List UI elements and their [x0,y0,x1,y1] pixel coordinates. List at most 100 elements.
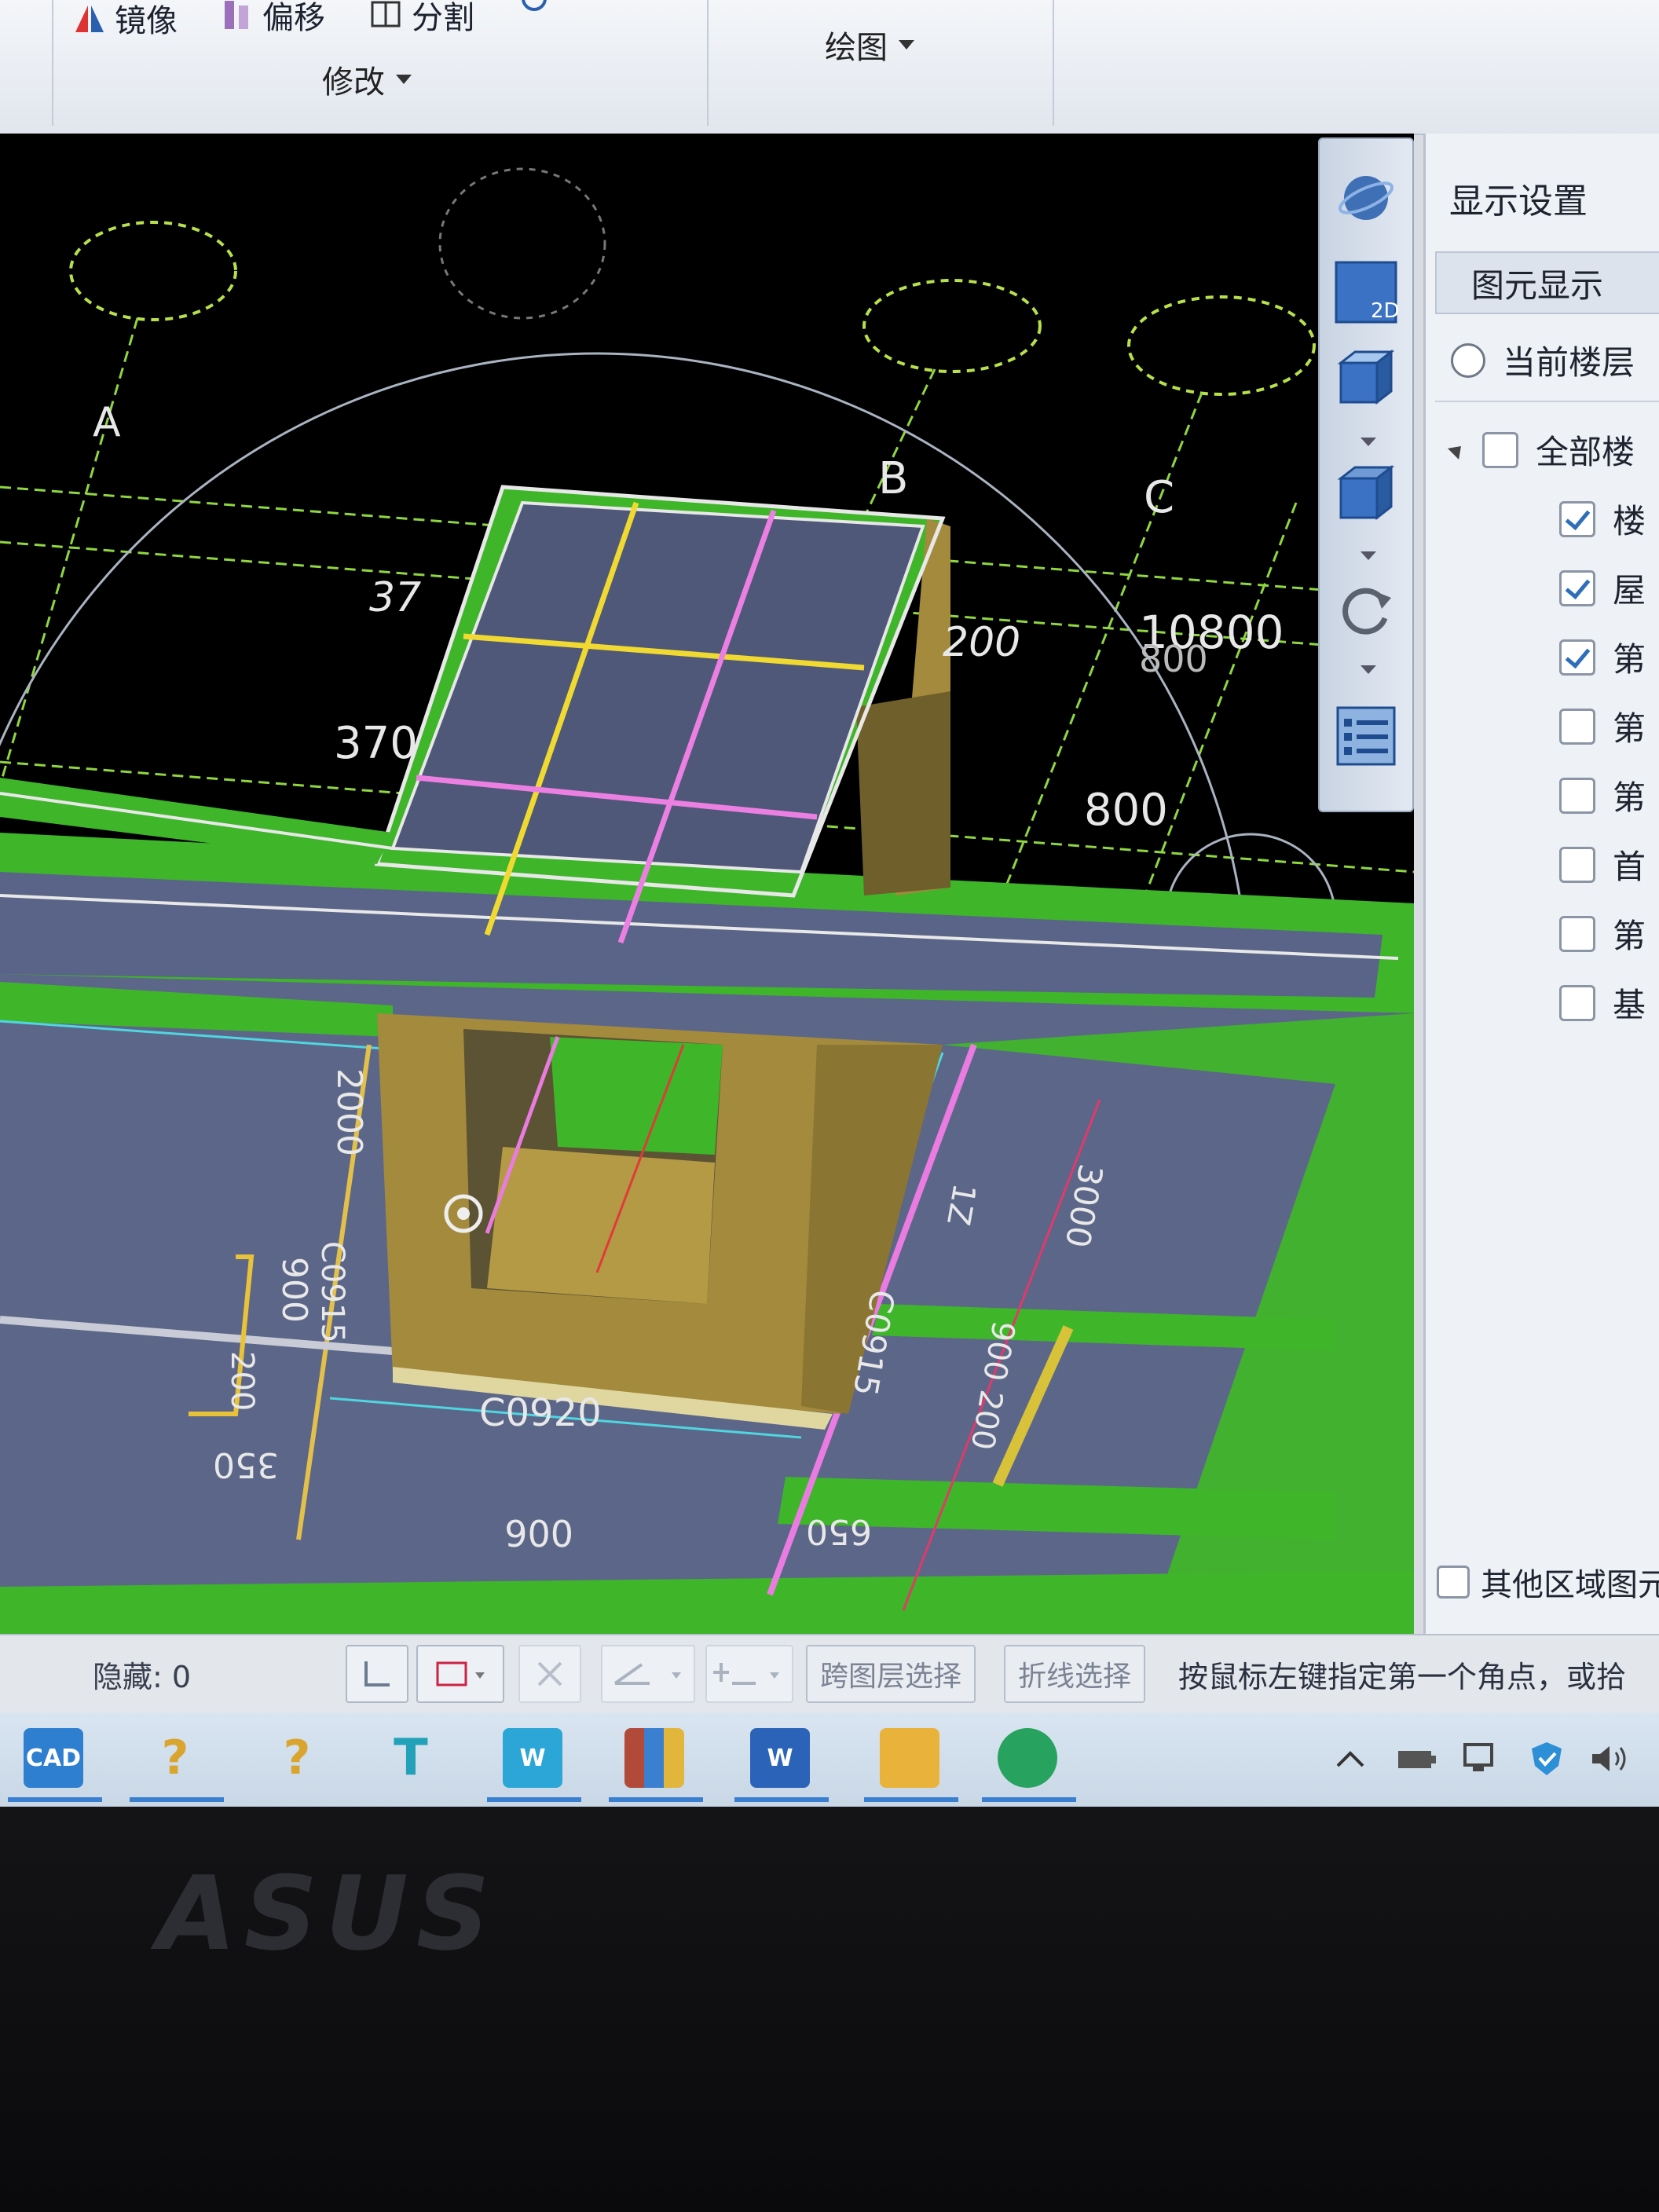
divider [1435,401,1659,402]
help-icon[interactable]: ? [267,1728,327,1788]
ribbon-separator [52,0,53,126]
cross-layer-select-button[interactable]: 跨图层选择 [806,1645,976,1703]
network-icon[interactable] [1461,1736,1507,1782]
dynamic-observe-button[interactable] [1331,163,1401,233]
layer-list-button[interactable] [1331,701,1401,771]
chevron-down-icon [899,40,914,49]
checkbox[interactable] [1482,431,1518,468]
checkbox[interactable] [1559,915,1595,952]
offset-icon [225,1,248,29]
draw-group-dropdown[interactable]: 绘图 [825,22,914,68]
dimension-text: C0915 [314,1241,350,1343]
tree-item-floor[interactable]: 第 [1559,633,1646,681]
ortho-toggle[interactable] [346,1645,408,1703]
archive-icon[interactable] [624,1728,684,1788]
chevron-down-icon[interactable] [1361,438,1376,446]
folder-icon[interactable] [880,1728,939,1788]
offset-button[interactable]: 偏移 [220,0,325,38]
chevron-down-icon[interactable] [1361,665,1376,674]
checkbox[interactable] [1559,500,1595,537]
chevron-up-icon[interactable] [1328,1736,1373,1782]
dimension-text: 800 [1139,638,1208,680]
draw-group-label: 绘图 [825,30,888,66]
floor-label: 楼 [1613,502,1646,540]
dimension-text: 350 [213,1445,279,1485]
chevron-down-icon[interactable] [1361,551,1376,560]
radio-icon [1451,342,1485,378]
snap-icon [713,1663,779,1685]
angle-dropdown[interactable] [601,1645,695,1703]
checkbox[interactable] [1559,846,1595,883]
command-hint: 按鼠标左键指定第一个角点，或拾 [1178,1660,1627,1694]
rotate-view-button[interactable] [1331,575,1401,646]
delete-button[interactable] [518,1645,581,1703]
volume-icon[interactable] [1587,1736,1632,1782]
shield-icon[interactable] [1524,1736,1569,1782]
ribbon-separator [707,0,709,126]
screen: 镜像 偏移 分割 修改 绘图 A B C 37 370 200 10800 80… [0,0,1659,1807]
tree-item-floor[interactable]: 基 [1559,979,1646,1027]
active-indicator [130,1797,224,1802]
dimension-text: 800 [1084,785,1168,836]
split-button[interactable]: 分割 [369,0,474,38]
angle-icon [613,1663,681,1685]
dimension-text: 200 [224,1351,260,1411]
checkbox[interactable] [1437,1566,1470,1599]
tree-item-floor[interactable]: 第 [1559,910,1646,958]
ribbon: 镜像 偏移 分割 修改 绘图 [0,0,1659,135]
browser-icon[interactable] [998,1728,1057,1788]
mirror-label: 镜像 [115,3,178,39]
display-settings-panel: 显示设置 图元显示 当前楼层 全部楼 楼 屋 第 第 第 首 第 基 其他区域图… [1423,134,1659,1634]
modify-group-label: 修改 [322,64,385,101]
3d-viewport[interactable]: A B C 37 370 200 10800 800 800 2000 900 … [0,134,1414,1634]
axis-label-c: C [1144,472,1174,523]
polyline-select-button[interactable]: 折线选择 [1004,1645,1146,1703]
chevron-down-icon [396,75,412,84]
checkbox[interactable] [1559,777,1595,814]
ribbon-separator [1053,0,1054,126]
floor-label: 屋 [1613,571,1646,610]
word-icon[interactable]: W [750,1728,810,1788]
dimension-text: 370 [334,718,418,769]
tree-item-floor[interactable]: 第 [1559,702,1646,750]
tree-item-floor[interactable]: 屋 [1559,564,1646,612]
cube-icon [1337,349,1395,405]
tree-item-floor[interactable]: 楼 [1559,495,1646,543]
active-indicator [864,1797,958,1802]
wps-icon[interactable]: W [503,1728,562,1788]
view-2d-icon: 2D [1335,261,1399,324]
checkbox[interactable] [1559,569,1595,606]
point-snap-dropdown[interactable] [705,1645,793,1703]
floor-label: 首 [1613,848,1646,886]
cube-icon [1337,464,1395,521]
checkbox[interactable] [1559,984,1595,1021]
checkbox[interactable] [1559,639,1595,676]
help-icon[interactable]: ? [145,1728,205,1788]
mirror-button[interactable]: 镜像 [72,0,178,41]
panel-title: 显示设置 [1449,181,1588,222]
cad-icon[interactable]: CAD [24,1728,83,1788]
view-3d-button[interactable] [1331,457,1401,528]
floor-label: 第 [1613,917,1646,955]
current-floor-radio[interactable]: 当前楼层 [1451,336,1635,384]
circle-tool-icon[interactable] [518,0,550,14]
tree-item-floor[interactable]: 第 [1559,771,1646,819]
checkbox[interactable] [1559,708,1595,745]
select-box-dropdown[interactable] [416,1645,504,1703]
mirror-icon [75,5,104,32]
active-indicator [734,1797,829,1802]
modify-group-dropdown[interactable]: 修改 [322,57,412,102]
tab-element-display[interactable]: 图元显示 [1435,251,1659,314]
view-3d-top-button[interactable] [1331,342,1401,412]
view-2d-button[interactable]: 2D [1331,257,1401,328]
dimension-text: 006 [504,1511,573,1554]
tree-item-all-floors[interactable]: 全部楼 [1447,426,1635,474]
dimension-text: 650 [806,1511,872,1551]
battery-icon[interactable] [1394,1736,1440,1782]
ortho-icon [364,1661,390,1686]
other-region-checkbox[interactable]: 其他区域图元 [1437,1559,1659,1605]
tree-item-floor[interactable]: 首 [1559,840,1646,888]
floor-label: 第 [1613,709,1646,748]
expand-icon[interactable] [1447,440,1467,460]
text-app-icon[interactable]: T [381,1728,441,1788]
